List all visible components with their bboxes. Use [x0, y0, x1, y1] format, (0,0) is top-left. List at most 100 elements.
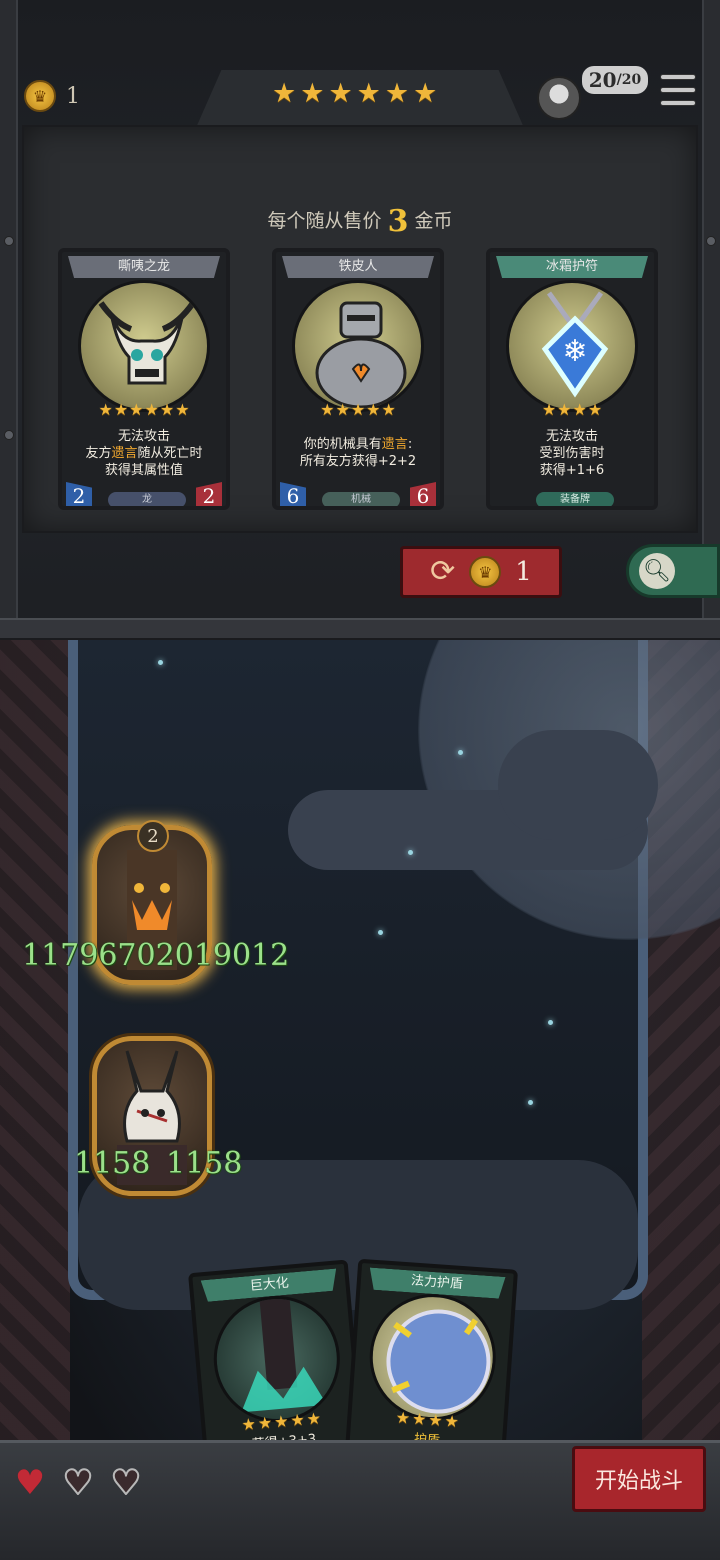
description-text: 获得+1+6 [539, 462, 605, 478]
card-art-mana-shield [365, 1289, 500, 1425]
description-line: 获得其属性值 [105, 462, 183, 479]
star-icon: ★ [144, 400, 159, 419]
star-icon: ★ [356, 78, 381, 109]
card-name: 冰霜护符 [496, 256, 648, 278]
star-icon: ★ [413, 78, 438, 109]
attack-value: 2 [66, 482, 92, 506]
svg-text:❄: ❄ [562, 334, 587, 369]
card-description: 无法攻击 友方遗言随从死亡时 获得其属性值 [74, 420, 214, 486]
star-icon: ★ [541, 400, 557, 419]
spark [458, 750, 463, 755]
attack-value: 6 [280, 482, 306, 506]
card-name: 嘶咦之龙 [68, 256, 220, 278]
card-art-frost-amulet: ❄ [506, 280, 638, 412]
minion-health: 1158 [166, 1146, 243, 1181]
menu-icon[interactable] [660, 74, 696, 106]
heart-icon: ♥ [110, 1463, 142, 1503]
star-icon: ★ [328, 78, 353, 109]
spark [528, 1100, 533, 1105]
keyword: 遗言 [381, 437, 408, 452]
star-icon: ★ [366, 400, 381, 419]
card-stars: ★ ★ ★ ★ ★ ★ [62, 402, 226, 418]
bolt [4, 430, 14, 440]
shop-card[interactable]: 冰霜护符 ❄ ★ ★ ★ ★ 无法攻击 受到伤害时 获得+1+6 装备牌 [486, 248, 658, 510]
search-button[interactable]: 🔍︎ [626, 544, 720, 598]
star-icon: ★ [411, 1408, 428, 1429]
cloud [498, 730, 658, 840]
divider-rail [0, 618, 720, 640]
crown-coin-icon: ♛ [24, 80, 56, 112]
shop-area: ♛ 1 ★ ★ ★ ★ ★ ★ 20/20 每个随从售价 3 金币 嘶咦之龙 ★ ★ ★ ★ ★ ★ 无… [0, 0, 720, 640]
card-name: 铁皮人 [282, 256, 434, 278]
star-icon: ★ [384, 78, 410, 109]
description-line: 无法攻击 [546, 428, 598, 445]
start-battle-button[interactable]: 开始战斗 [572, 1446, 706, 1512]
magnifier-icon: 🔍︎ [639, 553, 675, 589]
description-text: 友方 [85, 445, 112, 461]
spark [548, 1020, 553, 1025]
shop-card[interactable]: 嘶咦之龙 ★ ★ ★ ★ ★ ★ 无法攻击 友方遗言随从死亡时 获得其属性值 龙 2 2 [58, 248, 230, 510]
shop-card[interactable]: 铁皮人 ★ ★ ★ ★ ★ 你的机械具有遗言: 所有友方获得+2+2 机械 6 6 [272, 248, 444, 510]
price-value: 3 [387, 204, 409, 239]
card-stars: ★ ★ ★ ★ ★ [276, 402, 440, 418]
description-text: 获得其属性值 [104, 462, 183, 478]
star-icon: ★ [257, 1412, 273, 1433]
star-icon: ★ [587, 400, 603, 419]
star-icon: ★ [272, 78, 297, 109]
card-stars: ★ ★ ★ ★ [490, 402, 654, 418]
description-text: 受到伤害时 [539, 445, 605, 461]
description-line: 无法攻击 [118, 428, 170, 445]
keyword: 遗言 [111, 445, 138, 461]
star-icon: ★ [572, 400, 587, 419]
minion-attack: 1158 [74, 1146, 151, 1181]
card-art-dragon-skull [78, 280, 210, 412]
star-icon: ★ [113, 400, 129, 419]
star-icon: ★ [381, 400, 396, 419]
star-icon: ★ [300, 78, 325, 109]
star-icon: ★ [129, 400, 144, 419]
spark [158, 660, 163, 665]
star-icon: ★ [289, 1409, 306, 1431]
description-line: 受到伤害时 [539, 445, 604, 462]
gold-counter: ♛ 1 [24, 80, 80, 112]
side-decoration [0, 640, 70, 1560]
heart-icon: ♥ [14, 1463, 46, 1503]
description-line: 你的机械具有遗言: [304, 436, 412, 453]
star-icon: ★ [98, 400, 113, 419]
star-icon: ★ [444, 1411, 460, 1432]
health-current: 20 [588, 68, 617, 92]
star-icon: ★ [175, 400, 190, 419]
card-description: 你的机械具有遗言: 所有友方获得+2+2 [288, 420, 428, 486]
left-rail [0, 0, 18, 630]
description-line: 获得+1+6 [540, 462, 604, 479]
star-icon: ★ [557, 400, 572, 419]
reroll-button[interactable]: ⟳ ♛ 1 [400, 546, 562, 598]
spark [378, 930, 383, 935]
refresh-icon: ⟳ [430, 554, 456, 589]
lives: ♥ ♥ ♥ [10, 1463, 146, 1503]
star-icon: ★ [320, 400, 335, 419]
star-icon: ★ [240, 1414, 257, 1435]
tribe-tag: 龙 [108, 492, 186, 506]
star-icon: ★ [335, 400, 350, 419]
star-icon: ★ [395, 1407, 411, 1428]
spark [408, 850, 413, 855]
sell-price-note: 每个随从售价 3 金币 [0, 204, 720, 239]
reroll-cost: 1 [515, 557, 532, 587]
description-text: 随从死亡时 [137, 445, 203, 461]
health-value: 6 [410, 482, 436, 506]
minion-level: 2 [137, 820, 169, 852]
card-description: 无法攻击 受到伤害时 获得+1+6 [502, 420, 642, 486]
description-text: 你的机械具有 [303, 437, 382, 452]
description-text: 无法攻击 [117, 428, 170, 444]
star-icon: ★ [350, 400, 366, 419]
description-line: 友方遗言随从死亡时 [85, 445, 202, 462]
description-line: 所有友方获得+2+2 [300, 453, 416, 470]
description-text: 无法攻击 [545, 428, 598, 444]
tribe-tag: 机械 [322, 492, 400, 506]
price-suffix: 金币 [414, 210, 453, 232]
description-text: 所有友方获得+2+2 [299, 454, 417, 469]
player-avatar[interactable] [537, 76, 581, 120]
crown-coin-icon: ♛ [469, 556, 502, 588]
star-icon: ★ [159, 400, 175, 419]
